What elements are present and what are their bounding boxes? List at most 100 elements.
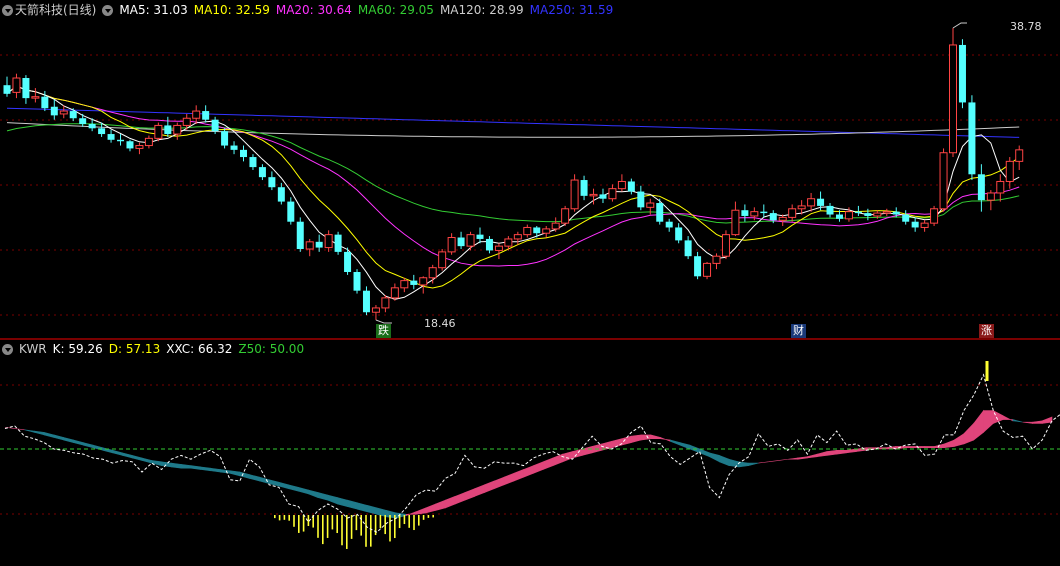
kd-ribbon-up <box>503 472 515 486</box>
kd-ribbon-down <box>298 487 309 495</box>
kd-ribbon-up <box>572 448 583 459</box>
candle-body-down <box>362 290 370 313</box>
kd-ribbon-down <box>337 497 348 507</box>
kd-ribbon-up <box>14 428 25 431</box>
candle-body-down <box>684 240 692 257</box>
indicator-legend-item: D: 57.13 <box>108 342 161 356</box>
candle-body-up <box>12 77 21 93</box>
candle-body-up <box>447 237 456 253</box>
kd-ribbon-down <box>219 469 231 474</box>
kd-ribbon-down <box>24 429 35 433</box>
candle-body-down <box>457 237 465 247</box>
indicator-panel-header: KWR K: 59.26 D: 57.13 XXC: 66.32 Z50: 50.00 <box>2 341 310 357</box>
candle-body-up <box>561 208 570 224</box>
candle-body-up <box>551 222 560 230</box>
kd-ribbon-down <box>709 452 720 463</box>
candle-body-down <box>741 210 749 216</box>
candle-body-up <box>873 212 882 217</box>
candle-body-up <box>778 216 787 221</box>
candle-body-up <box>182 117 191 126</box>
kd-ribbon-down <box>249 474 260 482</box>
kd-ribbon-up <box>914 446 926 449</box>
collapse-icon[interactable] <box>2 4 13 16</box>
candle-body-down <box>22 78 30 99</box>
candle-body-down <box>69 111 77 119</box>
candle-body-up <box>438 251 447 269</box>
candle-body-up <box>192 110 201 119</box>
candle-body-up <box>135 145 144 149</box>
kd-ribbon-down <box>43 431 55 438</box>
candle-body-up <box>324 234 333 249</box>
candle-body-up <box>523 226 532 236</box>
candle-body-down <box>627 181 635 192</box>
candle-body-up <box>930 208 939 224</box>
kd-ribbon-up <box>1022 421 1033 424</box>
candle-body-up <box>712 255 721 264</box>
ma-legend-item: MA60: 29.05 <box>357 3 434 17</box>
kd-ribbon-down <box>347 499 358 510</box>
kd-ribbon-up <box>973 409 984 441</box>
candle-body-down <box>769 213 777 221</box>
candle-body-up <box>1005 160 1014 182</box>
candle-body-up <box>494 245 503 251</box>
kd-ribbon-up <box>963 422 975 445</box>
candle-body-down <box>98 128 106 135</box>
kd-ribbon-up <box>777 458 788 461</box>
indicator-dropdown-icon[interactable] <box>2 343 13 355</box>
candle-body-down <box>344 251 352 273</box>
candle-body-up <box>144 137 153 147</box>
ma-legend: MA5: 31.03 MA10: 32.59 MA20: 30.64 MA60: 29… <box>119 2 619 18</box>
kd-ribbon-up <box>445 495 456 509</box>
kd-ribbon-down <box>200 466 211 472</box>
high-price-label: 38.78 <box>1010 20 1042 33</box>
indicator-legend-item: K: 59.26 <box>52 342 103 356</box>
kd-ribbon-down <box>229 470 241 477</box>
kd-ribbon-up <box>454 492 466 505</box>
kd-ribbon-up <box>904 446 916 449</box>
candle-body-down <box>315 241 323 248</box>
ma-legend-item: MA5: 31.03 <box>119 3 188 17</box>
candle-body-up <box>646 202 655 208</box>
kd-ribbon-down <box>699 448 710 458</box>
candle-body-up <box>996 180 1005 194</box>
kd-ribbon-up <box>934 443 945 449</box>
kd-ribbon-up <box>1041 416 1053 424</box>
kd-ribbon-up <box>640 434 652 441</box>
candle-body-down <box>50 106 58 116</box>
dropdown-icon[interactable] <box>102 4 114 16</box>
kd-ribbon-up <box>591 443 603 454</box>
candle-body-down <box>835 214 843 219</box>
candle-body-down <box>817 198 825 206</box>
candle-body-up <box>371 307 380 313</box>
ma5-line <box>6 85 1020 300</box>
kd-ribbon-up <box>435 499 446 511</box>
candle-body-down <box>334 234 342 252</box>
kd-ribbon-down <box>82 442 94 449</box>
candle-body-down <box>580 180 588 196</box>
candle-body-down <box>476 234 484 239</box>
kd-ribbon-up <box>826 449 838 456</box>
kd-ribbon-down <box>366 504 378 515</box>
candle-body-down <box>79 118 87 124</box>
kd-ribbon-up <box>944 439 955 449</box>
candle-body-up <box>381 297 390 309</box>
kd-ribbon-up <box>797 456 808 460</box>
price-panel-header: 天箭科技(日线) MA5: 31.03 MA10: 32.59 MA20: 30.6… <box>2 2 619 18</box>
kd-ribbon-down <box>34 430 45 436</box>
kd-ribbon-up <box>493 476 505 490</box>
marker-die: 跌 <box>376 324 391 338</box>
candle-body-down <box>958 44 966 103</box>
kd-ribbon-down <box>171 462 182 469</box>
xxc-line <box>4 373 1060 533</box>
kd-ribbon-down <box>719 454 730 467</box>
stock-chart[interactable] <box>0 0 1060 566</box>
candle-body-up <box>617 180 626 190</box>
kd-ribbon-up <box>425 503 436 514</box>
kd-ribbon-down <box>63 437 74 443</box>
kd-ribbon-up <box>533 461 544 474</box>
kd-ribbon-up <box>660 437 671 442</box>
candle-body-down <box>760 211 768 214</box>
candle-body-up <box>400 280 409 289</box>
candle-body-down <box>277 187 285 202</box>
candle-body-up <box>608 188 617 200</box>
